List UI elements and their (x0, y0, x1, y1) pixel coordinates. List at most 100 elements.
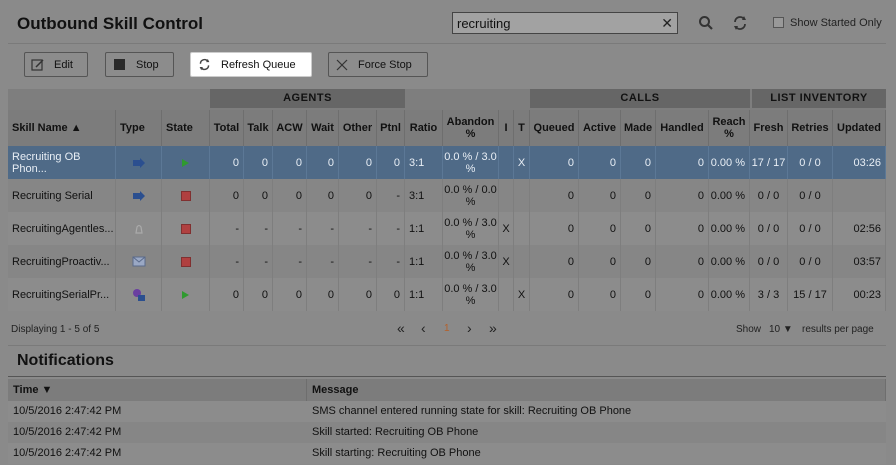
col-updated[interactable]: Updated (833, 110, 886, 146)
col-time[interactable]: Time ▼ (8, 379, 307, 401)
cell-total: 0 (210, 146, 244, 179)
col-t[interactable]: T (514, 110, 530, 146)
cell-made: 0 (621, 179, 656, 212)
search-icon[interactable] (698, 15, 714, 31)
cell-acw: 0 (273, 278, 307, 311)
cell-reach: 0.00 % (709, 179, 750, 212)
table-row[interactable]: Recruiting OB Phon... 0 0 0 0 0 0 3:1 0.0 % / 3.… (8, 146, 886, 179)
first-page-button[interactable]: « (397, 320, 405, 336)
col-made[interactable]: Made (621, 110, 656, 146)
col-reach[interactable]: Reach % (709, 110, 750, 146)
col-talk[interactable]: Talk (244, 110, 273, 146)
cell-name: Recruiting OB Phon... (8, 146, 116, 179)
next-page-button[interactable]: › (467, 320, 472, 336)
phone-outbound-icon (116, 179, 162, 212)
col-queued[interactable]: Queued (530, 110, 579, 146)
stop-state-icon (162, 179, 210, 212)
col-handled[interactable]: Handled (656, 110, 709, 146)
col-type[interactable]: Type (116, 110, 162, 146)
cell-talk: 0 (244, 278, 273, 311)
cell-i (499, 179, 514, 212)
cell-active: 0 (579, 146, 621, 179)
cell-i (499, 278, 514, 311)
col-wait[interactable]: Wait (307, 110, 339, 146)
cell-total: - (210, 245, 244, 278)
col-abandon[interactable]: Abandon % (443, 110, 499, 146)
force-stop-button-label: Force Stop (358, 59, 412, 71)
table-row[interactable]: RecruitingAgentles... - - - - - -1:1 0.0 % / 3.… (8, 212, 886, 245)
show-started-only-checkbox[interactable] (773, 17, 784, 28)
col-ptnl[interactable]: Ptnl (377, 110, 405, 146)
cell-total: 0 (210, 179, 244, 212)
notifications-title: Notifications (17, 352, 114, 369)
cell-talk: 0 (244, 146, 273, 179)
cell-queued: 0 (530, 179, 579, 212)
col-total[interactable]: Total (210, 110, 244, 146)
col-ratio[interactable]: Ratio (405, 110, 443, 146)
col-state[interactable]: State (162, 110, 210, 146)
cell-i: X (499, 212, 514, 245)
toolbar-divider (8, 43, 886, 44)
force-stop-button[interactable]: Force Stop (328, 52, 428, 77)
table-row[interactable]: RecruitingProactiv... - - - - - -1:1 0.0 % / 3.… (8, 245, 886, 278)
col-active[interactable]: Active (579, 110, 621, 146)
cell-fresh: 0 / 0 (750, 245, 788, 278)
notification-message: SMS channel entered running state for sk… (312, 405, 632, 417)
notification-message: Skill starting: Recruiting OB Phone (312, 447, 481, 459)
edit-button[interactable]: Edit (24, 52, 88, 77)
table-row[interactable]: RecruitingSerialPr... 0 0 0 0 0 0 1:1 0.0 % / 3.… (8, 278, 886, 311)
cell-retries: 0 / 0 (788, 245, 833, 278)
cell-acw: - (273, 245, 307, 278)
cell-updated: 03:26 (833, 146, 886, 179)
notification-row: 10/5/2016 2:47:42 PM Skill started: Recru… (8, 422, 886, 443)
current-page[interactable]: 1 (444, 323, 450, 334)
prev-page-button[interactable]: ‹ (421, 320, 426, 336)
table-row[interactable]: Recruiting Serial 0 0 0 0 0-3:1 0.0 % / 0.0 % 0… (8, 179, 886, 212)
col-retries[interactable]: Retries (788, 110, 833, 146)
cell-updated (833, 179, 886, 212)
cell-name: RecruitingSerialPr... (8, 278, 116, 311)
page-size-select[interactable]: 10 ▼ (769, 324, 793, 335)
stop-button[interactable]: Stop (105, 52, 174, 77)
cell-retries: 0 / 0 (788, 179, 833, 212)
cell-name: RecruitingAgentles... (8, 212, 116, 245)
play-icon (162, 278, 210, 311)
col-acw[interactable]: ACW (273, 110, 307, 146)
cell-wait: 0 (307, 179, 339, 212)
cell-ratio: 1:1 (405, 278, 443, 311)
cell-ratio: 3:1 (405, 146, 443, 179)
cell-abandon: 0.0 % / 3.0 % (443, 212, 499, 245)
cell-fresh: 17 / 17 (750, 146, 788, 179)
page-title: Outbound Skill Control (17, 14, 204, 33)
cell-acw: - (273, 212, 307, 245)
cell-retries: 0 / 0 (788, 146, 833, 179)
notification-row: 10/5/2016 2:47:42 PM SMS channel entered … (8, 401, 886, 422)
search-input[interactable] (457, 15, 657, 31)
col-skill-name[interactable]: Skill Name ▲ (8, 110, 116, 146)
cell-wait: - (307, 212, 339, 245)
cell-abandon: 0.0 % / 0.0 % (443, 179, 499, 212)
serial-proactive-icon (116, 278, 162, 311)
col-message[interactable]: Message (307, 379, 886, 401)
cell-ptnl: - (377, 245, 405, 278)
cell-abandon: 0.0 % / 3.0 % (443, 245, 499, 278)
cell-made: 0 (621, 278, 656, 311)
clear-search-icon[interactable]: ✕ (661, 15, 673, 32)
cell-i (499, 146, 514, 179)
search-box[interactable]: ✕ (452, 12, 678, 34)
cell-talk: - (244, 212, 273, 245)
cell-updated: 02:56 (833, 212, 886, 245)
play-icon (162, 146, 210, 179)
refresh-icon[interactable] (732, 15, 748, 31)
refresh-queue-button[interactable]: Refresh Queue (190, 52, 312, 77)
col-i[interactable]: I (499, 110, 514, 146)
notification-time: 10/5/2016 2:47:42 PM (13, 426, 122, 438)
cell-acw: 0 (273, 179, 307, 212)
paging-bar: Displaying 1 - 5 of 5 « ‹ 1 › » Show 10 … (8, 318, 886, 342)
col-fresh[interactable]: Fresh (750, 110, 788, 146)
stop-state-icon (162, 212, 210, 245)
col-other[interactable]: Other (339, 110, 377, 146)
cell-total: - (210, 212, 244, 245)
cell-t: X (514, 278, 530, 311)
last-page-button[interactable]: » (489, 320, 497, 336)
